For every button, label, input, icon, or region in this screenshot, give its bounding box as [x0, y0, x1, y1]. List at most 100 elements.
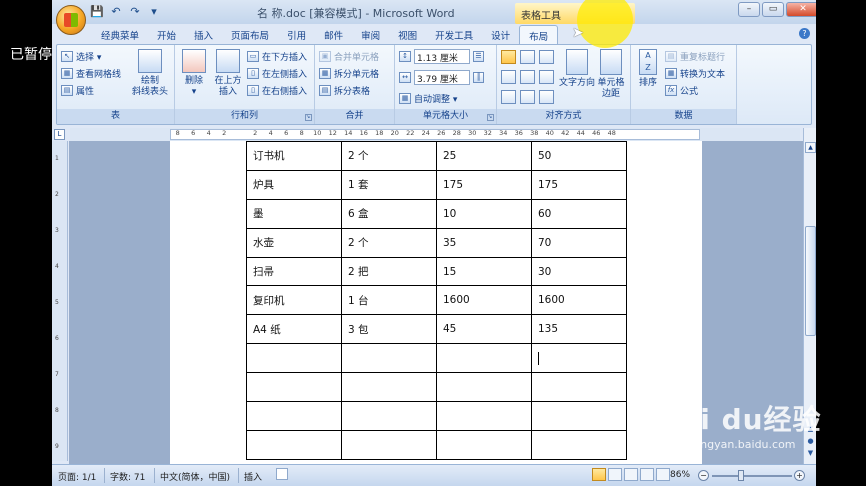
tab-layout[interactable]: 布局 — [519, 25, 559, 44]
table-cell[interactable]: 135 — [531, 314, 627, 345]
table-cell[interactable]: 炉具 — [246, 169, 342, 200]
table-cell[interactable] — [531, 401, 627, 431]
table-cell[interactable]: 15 — [436, 256, 532, 287]
split-table-button[interactable]: ▤ 拆分表格 — [319, 83, 370, 98]
align-top-left-icon[interactable] — [501, 50, 516, 64]
merge-cells-button[interactable]: ▣ 合并单元格 — [319, 49, 379, 64]
print-layout-view-icon[interactable] — [592, 468, 606, 481]
table-cell[interactable]: 1 套 — [341, 169, 437, 200]
customize-qat-icon[interactable]: ▾ — [147, 5, 161, 18]
table-cell[interactable]: 1600 — [436, 285, 532, 316]
office-button[interactable] — [56, 5, 86, 35]
align-bottom-center-icon[interactable] — [520, 90, 535, 104]
table-cell[interactable]: 45 — [436, 314, 532, 345]
align-top-right-icon[interactable] — [539, 50, 554, 64]
table-cell[interactable]: 175 — [531, 169, 627, 200]
save-icon[interactable]: 💾 — [90, 5, 104, 18]
tab-design[interactable]: 设计 — [482, 25, 519, 44]
cell-size-launcher-icon[interactable]: ↘ — [487, 114, 494, 121]
insert-left-button[interactable]: ▯ 在左侧插入 — [247, 66, 307, 81]
close-button[interactable]: ✕ — [786, 2, 816, 17]
table-cell[interactable]: 2 个 — [341, 227, 437, 258]
tab-references[interactable]: 引用 — [278, 25, 315, 44]
table-cell[interactable]: 订书机 — [246, 141, 342, 171]
zoom-slider[interactable] — [712, 475, 792, 477]
tab-page-layout[interactable]: 页面布局 — [222, 25, 278, 44]
vertical-ruler[interactable]: 1 2 3 4 5 6 7 8 9 — [52, 141, 68, 461]
tab-developer[interactable]: 开发工具 — [426, 25, 482, 44]
full-screen-reading-view-icon[interactable] — [608, 468, 622, 481]
insert-mode-indicator[interactable]: 插入 — [244, 470, 262, 483]
macro-record-icon[interactable] — [276, 468, 288, 480]
table-cell[interactable] — [246, 401, 342, 431]
undo-icon[interactable]: ↶ — [109, 5, 123, 18]
dialog-launcher-icon[interactable]: ↘ — [305, 114, 312, 121]
horizontal-ruler[interactable]: 8 6 4 2 2 4 6 8 10 12 14 16 18 20 22 24 26 28 30 32 34 36 38 40… — [70, 128, 800, 141]
select-button[interactable]: ↖ 选择 ▾ — [61, 49, 101, 64]
text-direction-button[interactable]: 文字方向 — [559, 49, 595, 89]
properties-button[interactable]: ▤ 属性 — [61, 83, 94, 98]
view-gridlines-button[interactable]: ▦ 查看网格线 — [61, 66, 121, 81]
table-cell[interactable] — [246, 343, 342, 374]
web-layout-view-icon[interactable] — [624, 468, 638, 481]
cell-margins-button[interactable]: 单元格 边距 — [595, 49, 627, 100]
scroll-thumb[interactable] — [805, 226, 816, 336]
align-middle-center-icon[interactable] — [520, 70, 535, 84]
table-cell[interactable]: 10 — [436, 198, 532, 229]
table-cell[interactable]: 1 台 — [341, 285, 437, 316]
language-indicator[interactable]: 中文(简体，中国) — [160, 470, 230, 483]
table-cell[interactable] — [531, 429, 627, 460]
help-icon[interactable]: ? — [799, 28, 810, 39]
table-cell[interactable] — [531, 343, 627, 374]
table-cell[interactable]: 30 — [531, 256, 627, 287]
table-cell[interactable]: 175 — [436, 169, 532, 200]
table-cell[interactable] — [436, 372, 532, 403]
autofit-button[interactable]: ▦ 自动调整 ▾ — [399, 91, 457, 106]
insert-below-button[interactable]: ▭ 在下方插入 — [247, 49, 307, 64]
table-cell[interactable]: 水壶 — [246, 227, 342, 258]
insert-above-button[interactable]: 在上方 插入 — [211, 49, 245, 98]
tab-classic-menu[interactable]: 经典菜单 — [92, 25, 148, 44]
delete-button[interactable]: 删除 ▾ — [179, 49, 209, 98]
table-cell[interactable]: 墨 — [246, 198, 342, 229]
draw-diagonal-header-button[interactable]: 绘制 斜线表头 — [127, 49, 173, 98]
table-cell[interactable] — [436, 343, 532, 374]
table-cell[interactable] — [436, 401, 532, 431]
table-cell[interactable]: 2 把 — [341, 256, 437, 287]
align-bottom-left-icon[interactable] — [501, 90, 516, 104]
table-cell[interactable]: 1600 — [531, 285, 627, 316]
align-middle-right-icon[interactable] — [539, 70, 554, 84]
scroll-up-icon[interactable]: ▲ — [805, 142, 816, 153]
draft-view-icon[interactable] — [656, 468, 670, 481]
tab-view[interactable]: 视图 — [389, 25, 426, 44]
convert-to-text-button[interactable]: ▦ 转换为文本 — [665, 66, 725, 81]
table-cell[interactable]: 70 — [531, 227, 627, 258]
minimize-button[interactable]: – — [738, 2, 760, 17]
insert-right-button[interactable]: ▯ 在右侧插入 — [247, 83, 307, 98]
table-cell[interactable]: 50 — [531, 141, 627, 171]
table-cell[interactable] — [341, 372, 437, 403]
table-cell[interactable] — [246, 372, 342, 403]
tab-selector-icon[interactable]: L — [54, 129, 65, 140]
table-cell[interactable]: 6 盒 — [341, 198, 437, 229]
table-cell[interactable]: 复印机 — [246, 285, 342, 316]
table-cell[interactable]: 2 个 — [341, 141, 437, 171]
outline-view-icon[interactable] — [640, 468, 654, 481]
zoom-out-icon[interactable]: − — [698, 470, 709, 481]
sort-button[interactable]: AZ 排序 — [635, 49, 661, 89]
redo-icon[interactable]: ↷ — [128, 5, 142, 18]
formula-button[interactable]: fx 公式 — [665, 83, 698, 98]
zoom-level[interactable]: 86% — [670, 470, 690, 480]
table-cell[interactable] — [246, 429, 342, 460]
repeat-header-button[interactable]: ▤ 重复标题行 — [665, 49, 725, 64]
tab-insert[interactable]: 插入 — [185, 25, 222, 44]
restore-button[interactable]: ▭ — [762, 2, 784, 17]
tab-review[interactable]: 审阅 — [352, 25, 389, 44]
table-cell[interactable] — [531, 372, 627, 403]
table-cell[interactable]: 3 包 — [341, 314, 437, 345]
align-middle-left-icon[interactable] — [501, 70, 516, 84]
split-cells-button[interactable]: ▦ 拆分单元格 — [319, 66, 379, 81]
table-cell[interactable]: A4 纸 — [246, 314, 342, 345]
tab-mailings[interactable]: 邮件 — [315, 25, 352, 44]
table-cell[interactable]: 60 — [531, 198, 627, 229]
